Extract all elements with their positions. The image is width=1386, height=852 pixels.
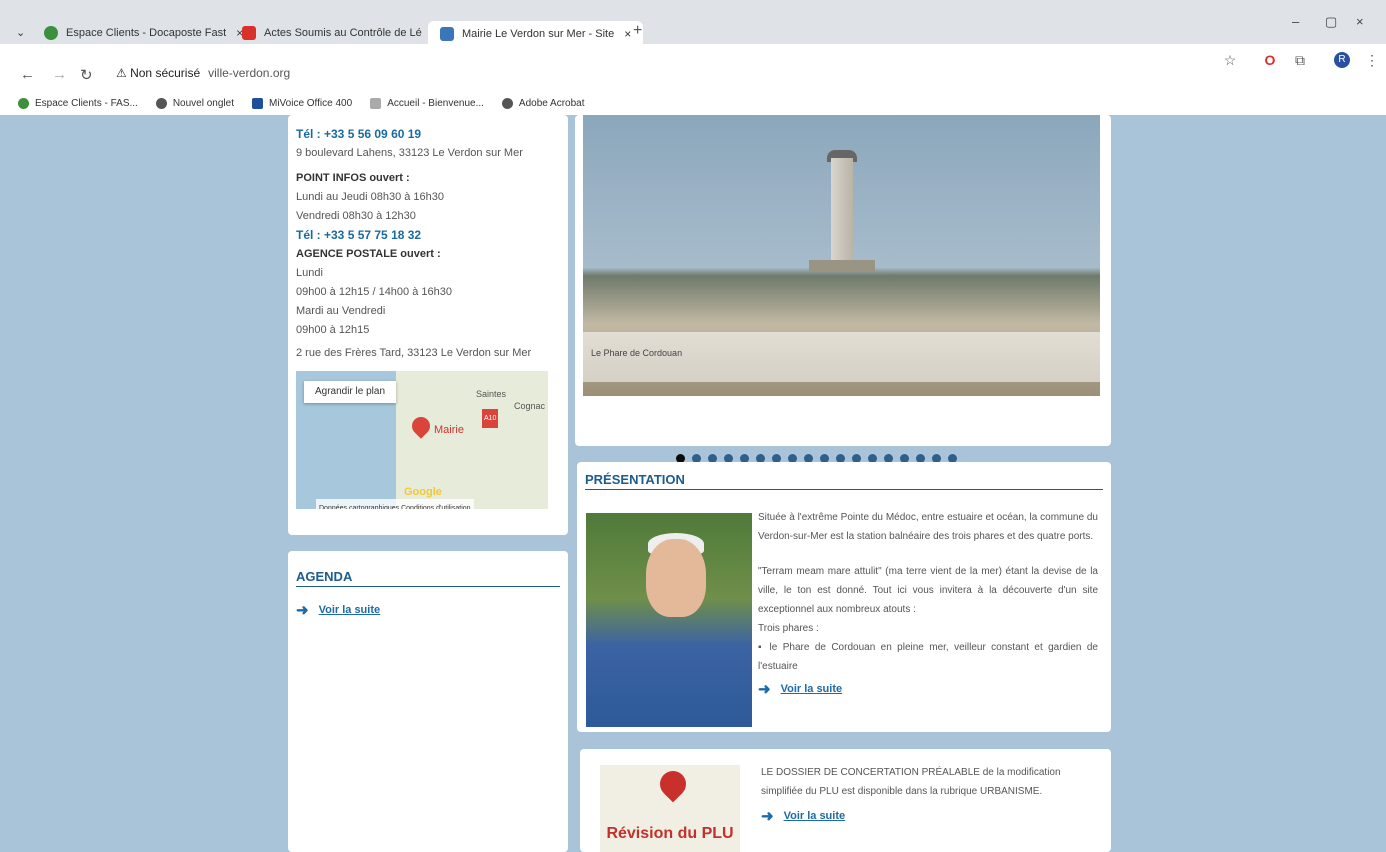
bookmark-label: MiVoice Office 400 [268,97,353,109]
address-mairie: 9 boulevard Lahens, 33123 Le Verdon sur … [296,147,523,159]
slide-caption: Le Phare de Cordouan [583,332,1100,382]
extensions-icon[interactable]: ⧉ [1292,52,1308,68]
more-link-label[interactable]: Voir la suite [784,807,846,826]
agenda-card: AGENDA ➜ Voir la suite [288,551,568,852]
presentation-card: PRÉSENTATION Située à l'extrême Pointe d… [577,462,1111,732]
lighthouse-photo: Le Phare de Cordouan [583,115,1100,396]
maximize-icon[interactable]: ▢ [1325,14,1337,30]
docaposte-icon [18,97,29,109]
hours-line: Vendredi 08h30 à 12h30 [296,210,416,222]
lighthouse-base [809,260,875,272]
arrow-right-icon: ➜ [296,602,309,619]
slider-card: Le Phare de Cordouan [575,115,1111,446]
map-town: Cognac [514,401,546,411]
contact-card: Tél : +33 5 56 09 60 19 9 boulevard Lahe… [288,115,568,535]
presentation-paragraph: Située à l'extrême Pointe du Médoc, entr… [758,512,1098,542]
map-marker-label: Mairie [434,424,464,436]
forward-icon[interactable]: → [52,66,67,83]
tab-mairie[interactable]: Mairie Le Verdon sur Mer - Site × [428,21,644,46]
tab-title: Actes Soumis au Contrôle de Lé [264,27,422,39]
bookmark-mivoice[interactable]: MiVoice Office 400 [251,97,353,109]
page-viewport: Tél : +33 5 56 09 60 19 9 boulevard Lahe… [0,115,1386,852]
lighthouse-tower [831,158,853,268]
map-footer[interactable]: Données cartographiques Conditions d'uti… [316,499,474,509]
presentation-text: Située à l'extrême Pointe du Médoc, entr… [758,508,1098,699]
security-indicator[interactable]: ⚠ Non sécurisé [116,66,200,80]
profile-avatar[interactable]: R [1334,52,1350,68]
plu-image-title: Révision du PLU [606,825,734,842]
google-map[interactable]: Agrandir le plan Saintes Cognac A10 Mair… [296,371,548,509]
tab-espace-clients[interactable]: Espace Clients - Docaposte Fast × [44,21,243,45]
hours-line: Lundi [296,267,323,279]
more-link-label[interactable]: Voir la suite [781,680,843,699]
tab-bar: ⌄ Espace Clients - Docaposte Fast × Acte… [0,0,1386,46]
plu-image[interactable]: Révision du PLU [600,765,740,852]
bookmark-label: Accueil - Bienvenue... [387,97,484,109]
point-infos-title: POINT INFOS ouvert : [296,172,410,184]
menu-icon[interactable]: ⋮ [1364,52,1380,68]
opera-icon[interactable]: O [1262,52,1278,68]
bookmark-accueil[interactable]: Accueil - Bienvenue... [370,97,484,109]
more-link-label[interactable]: Voir la suite [319,604,381,616]
close-window-icon[interactable]: × [1356,14,1364,29]
hours-line: 09h00 à 12h15 [296,324,370,336]
close-tab-icon[interactable]: × [624,27,631,41]
address-bar[interactable]: ⚠ Non sécurisé ville-verdon.org [102,62,1202,84]
portrait-face [646,539,706,617]
agence-title: AGENCE POSTALE ouvert : [296,248,441,260]
back-icon[interactable]: ← [20,66,35,83]
url-text[interactable]: ville-verdon.org [208,66,290,80]
agenda-title: AGENDA [296,569,560,587]
agenda-more-link[interactable]: ➜ Voir la suite [296,601,560,619]
plu-card: Révision du PLU LE DOSSIER DE CONCERTATI… [580,749,1111,852]
mairie-icon [440,26,454,41]
plu-paragraph: LE DOSSIER DE CONCERTATION PRÉALABLE de … [761,767,1061,797]
bookmark-espace-clients[interactable]: Espace Clients - FAS... [18,97,138,109]
tab-title: Espace Clients - Docaposte Fast [66,27,227,39]
arrow-right-icon: ➜ [761,808,774,825]
enlarge-map-button[interactable]: Agrandir le plan [304,381,396,403]
docaposte-icon [44,26,58,40]
plu-text: LE DOSSIER DE CONCERTATION PRÉALABLE de … [761,763,1091,826]
bookmark-adobe[interactable]: Adobe Acrobat [501,97,585,109]
presentation-more-link[interactable]: ➜ Voir la suite [758,680,1098,699]
bookmark-label: Espace Clients - FAS... [35,97,138,109]
mayor-portrait [586,513,752,727]
map-road-label: A10 [482,409,499,428]
tab-title: Mairie Le Verdon sur Mer - Site [462,27,615,40]
map-town: Saintes [476,389,507,399]
plu-more-link[interactable]: ➜ Voir la suite [761,807,1091,826]
tab-search-chevron-icon[interactable]: ⌄ [16,26,25,39]
hours-line: Mardi au Vendredi [296,305,386,317]
presentation-paragraph: ▪ le Phare de Cordouan en pleine mer, ve… [758,642,1098,672]
bookmark-star-icon[interactable]: ☆ [1222,52,1238,68]
presentation-title: PRÉSENTATION [585,472,1103,490]
hours-line: 09h00 à 12h15 / 14h00 à 16h30 [296,286,452,298]
page-icon [370,97,382,109]
bookmark-label: Nouvel onglet [172,97,234,109]
phone-agence[interactable]: Tél : +33 5 57 75 18 32 [296,226,568,245]
phone-mairie[interactable]: Tél : +33 5 56 09 60 19 [296,125,568,144]
new-tab-button[interactable]: + [633,22,642,40]
presentation-paragraph: Trois phares : [758,623,819,634]
hours-line: Lundi au Jeudi 08h30 à 16h30 [296,191,445,203]
address-agence: 2 rue des Frères Tard, 33123 Le Verdon s… [296,347,532,359]
reload-icon[interactable]: ↻ [80,66,93,84]
presentation-paragraph: "Terram meam mare attulit" (ma terre vie… [758,566,1098,615]
globe-icon [155,97,167,109]
bookmark-nouvel-onglet[interactable]: Nouvel onglet [155,97,234,109]
bookmark-label: Adobe Acrobat [518,97,585,109]
minimize-icon[interactable]: – [1292,14,1299,29]
globe-icon [501,97,513,109]
bookmarks-bar: Espace Clients - FAS... Nouvel onglet Mi… [0,91,1386,115]
tab-actes[interactable]: Actes Soumis au Contrôle de Lé × [242,21,439,45]
arrow-right-icon: ➜ [758,681,771,698]
mivoice-icon [251,97,263,109]
location-pin-icon [654,765,692,803]
actes-icon [242,26,256,40]
